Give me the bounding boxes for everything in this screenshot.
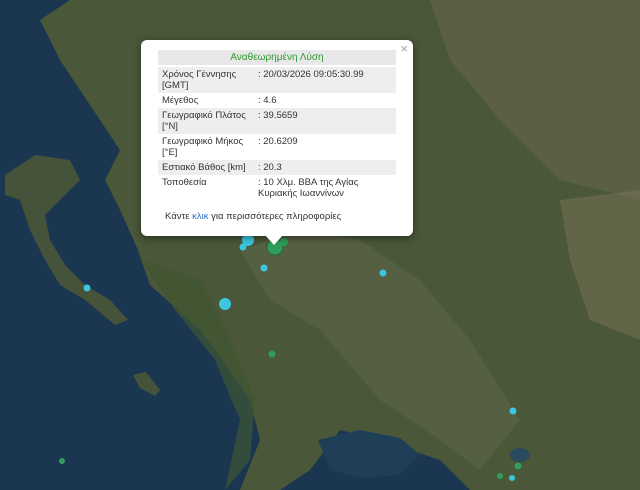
row-label: Εστιακό Βάθος [km] — [158, 160, 254, 175]
row-label: Μέγεθος — [162, 95, 199, 106]
more-info-text: Κάντε κλικ για περισσότερες πληροφορίες — [165, 211, 341, 222]
info-row: Τοποθεσία : 10 Χλμ. ΒΒΑ της Αγίας Κυριακ… — [158, 175, 396, 201]
more-prefix: Κάντε — [165, 211, 193, 222]
more-info-link[interactable]: κλικ — [192, 211, 208, 222]
row-label: Γεωγραφικό Πλάτος [°N] — [158, 108, 254, 134]
popup-pointer — [265, 235, 283, 245]
earthquake-info-popup: × Αναθεωρημένη Λύση Χρόνος Γέννησης [GMT… — [141, 40, 413, 236]
row-label: Γεωγραφικό Μήκος [°E] — [162, 136, 244, 158]
earthquake-marker[interactable] — [59, 458, 65, 464]
earthquake-marker[interactable] — [379, 269, 387, 277]
row-value: : 4.6 — [258, 95, 277, 106]
lake — [510, 448, 530, 462]
row-label: Χρόνος Γέννησης [GMT] — [158, 67, 254, 93]
info-row: Εστιακό Βάθος [km] : 20.3 — [158, 160, 396, 175]
earthquake-marker[interactable] — [268, 350, 276, 358]
row-value: : 20/03/2026 09:05:30.99 — [254, 67, 396, 93]
row-value: : 10 Χλμ. ΒΒΑ της Αγίας Κυριακής Ιωαννίν… — [258, 177, 359, 199]
row-value: : 39.5659 — [254, 108, 396, 134]
row-value: : 20.6209 — [258, 136, 298, 147]
earthquake-marker[interactable] — [83, 284, 91, 292]
info-row: Μέγεθος : 4.6 — [158, 93, 396, 108]
earthquake-marker[interactable] — [260, 264, 268, 272]
earthquake-marker[interactable] — [219, 298, 231, 310]
earthquake-marker[interactable] — [509, 475, 515, 481]
info-row: Γεωγραφικό Πλάτος [°N] : 39.5659 — [158, 108, 396, 134]
row-value: : 20.3 — [254, 160, 396, 175]
info-row: Γεωγραφικό Μήκος [°E] : 20.6209 — [158, 134, 396, 160]
info-table: Χρόνος Γέννησης [GMT] : 20/03/2026 09:05… — [158, 67, 396, 201]
more-suffix: για περισσότερες πληροφορίες — [208, 211, 342, 222]
earthquake-marker[interactable] — [239, 243, 247, 251]
row-label: Τοποθεσία — [162, 177, 207, 188]
earthquake-marker[interactable] — [509, 407, 517, 415]
close-icon[interactable]: × — [400, 42, 408, 56]
earthquake-marker[interactable] — [497, 473, 503, 479]
popup-title: Αναθεωρημένη Λύση — [158, 50, 396, 65]
earthquake-marker[interactable] — [514, 462, 522, 470]
info-row: Χρόνος Γέννησης [GMT] : 20/03/2026 09:05… — [158, 67, 396, 93]
